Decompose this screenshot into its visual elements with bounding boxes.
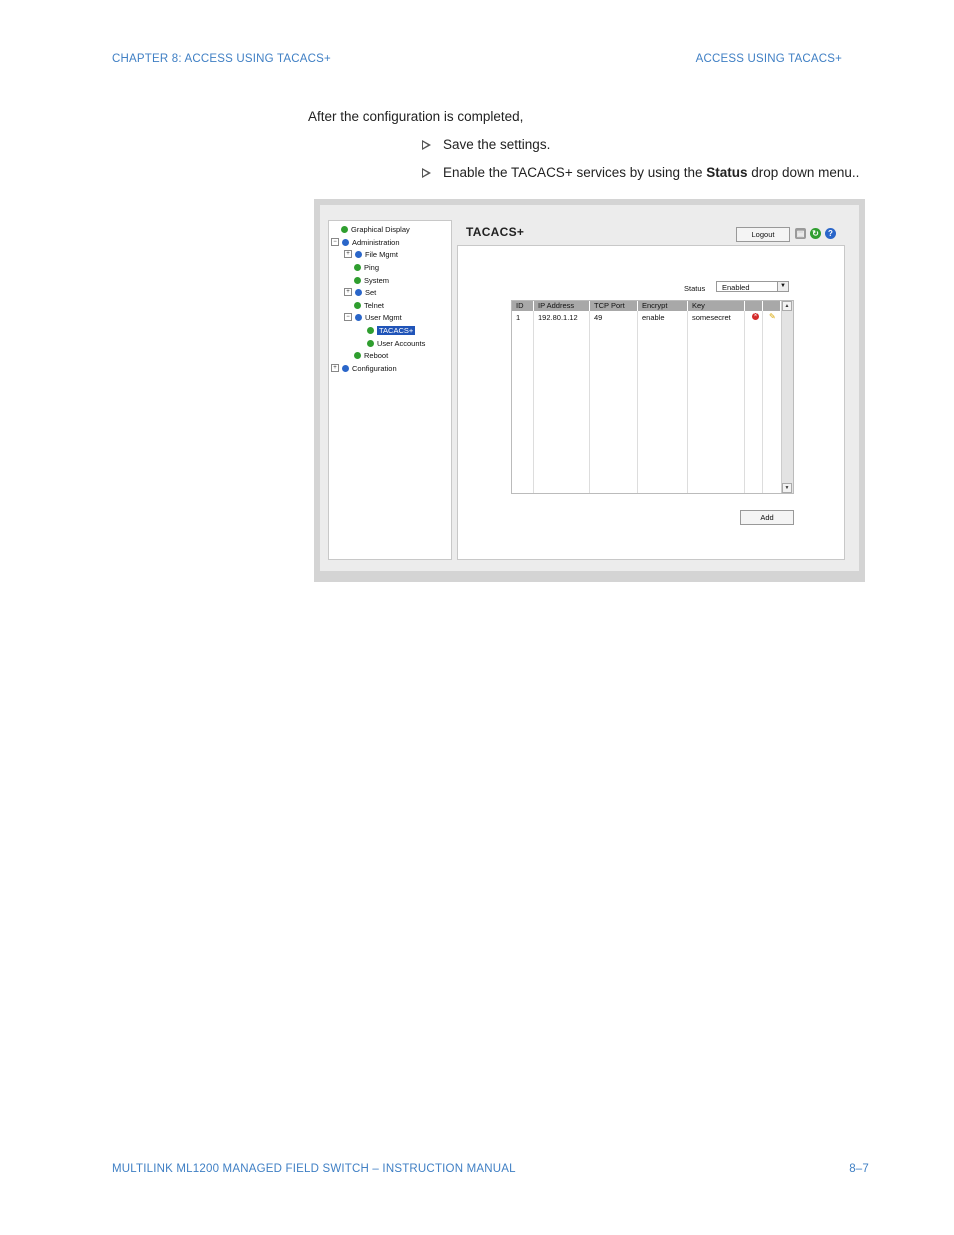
tree-item-ping[interactable]: Ping bbox=[354, 262, 379, 272]
tree-item-telnet[interactable]: Telnet bbox=[354, 300, 384, 310]
edit-icon[interactable]: ✎ bbox=[769, 312, 776, 321]
expand-icon[interactable]: + bbox=[344, 288, 352, 296]
page-number: 8–7 bbox=[849, 1163, 869, 1175]
scroll-up-icon[interactable]: ▲ bbox=[782, 301, 792, 311]
green-node-icon bbox=[367, 326, 374, 334]
col-header-port: TCP Port bbox=[590, 301, 638, 311]
tree-item-system[interactable]: System bbox=[354, 275, 389, 285]
delete-icon[interactable]: × bbox=[752, 313, 759, 320]
tree-label: File Mgmt bbox=[365, 249, 398, 259]
column-divider bbox=[744, 311, 745, 493]
tree-label: Graphical Display bbox=[351, 224, 410, 234]
print-icon[interactable]: ▤ bbox=[795, 228, 806, 239]
column-divider bbox=[589, 311, 590, 493]
triangle-bullet-icon bbox=[422, 139, 431, 150]
tree-label-selected: TACACS+ bbox=[377, 325, 416, 335]
cell-port: 49 bbox=[594, 313, 603, 322]
tree-item-configuration[interactable]: + Configuration bbox=[331, 363, 397, 373]
col-header-encrypt: Encrypt bbox=[638, 301, 688, 311]
green-node-icon bbox=[354, 301, 361, 309]
column-divider bbox=[687, 311, 688, 493]
content-panel: Status Enabled ▼ ID IP Address TCP Port … bbox=[457, 245, 845, 560]
col-header-delete bbox=[745, 301, 763, 311]
green-node-icon bbox=[354, 276, 361, 284]
intro-text: After the configuration is completed, bbox=[308, 109, 524, 124]
tree-item-tacacs[interactable]: TACACS+ bbox=[367, 325, 416, 335]
blue-node-icon bbox=[355, 313, 362, 321]
tree-label: Telnet bbox=[364, 300, 385, 310]
screenshot-window: Graphical Display − Administration + File … bbox=[320, 205, 859, 571]
manual-footer: MULTILINK ML1200 MANAGED FIELD SWITCH – … bbox=[112, 1163, 516, 1175]
bullet-enable: Enable the TACACS+ services by using the… bbox=[422, 165, 859, 180]
blue-node-icon bbox=[355, 288, 362, 296]
tacacs-screenshot: Graphical Display − Administration + File … bbox=[314, 199, 865, 582]
tree-label: Ping bbox=[364, 262, 380, 272]
column-divider bbox=[762, 311, 763, 493]
tree-item-administration[interactable]: − Administration bbox=[331, 237, 400, 247]
col-header-ip: IP Address bbox=[534, 301, 590, 311]
status-label: Status bbox=[684, 284, 706, 293]
tacacs-table: ID IP Address TCP Port Encrypt Key 1 192… bbox=[511, 300, 794, 494]
status-value: Enabled bbox=[722, 283, 750, 292]
help-icon[interactable]: ? bbox=[825, 228, 836, 239]
cell-key: somesecret bbox=[692, 313, 731, 322]
bullet-enable-bold: Status bbox=[706, 165, 748, 180]
tree-item-set[interactable]: + Set bbox=[344, 287, 376, 297]
expand-icon[interactable]: + bbox=[344, 250, 352, 258]
cell-id: 1 bbox=[516, 313, 521, 322]
navigation-tree: Graphical Display − Administration + File … bbox=[328, 220, 452, 560]
bullet-enable-text: Enable the TACACS+ services by using the… bbox=[443, 165, 859, 180]
table-scrollbar[interactable]: ▲ ▼ bbox=[781, 301, 793, 493]
tree-item-user-mgmt[interactable]: − User Mgmt bbox=[344, 312, 402, 322]
cell-encrypt: enable bbox=[642, 313, 665, 322]
tree-label: User Accounts bbox=[377, 338, 426, 348]
column-divider bbox=[533, 311, 534, 493]
collapse-icon[interactable]: − bbox=[331, 238, 339, 246]
logout-button[interactable]: Logout bbox=[736, 227, 790, 242]
blue-node-icon bbox=[355, 250, 362, 258]
green-node-icon bbox=[354, 351, 361, 359]
bullet-save-text: Save the settings. bbox=[443, 137, 551, 152]
tree-label: Configuration bbox=[352, 363, 397, 373]
col-header-key: Key bbox=[688, 301, 745, 311]
col-header-id: ID bbox=[512, 301, 534, 311]
bullet-save: Save the settings. bbox=[422, 137, 550, 152]
bullet-enable-post: drop down menu.. bbox=[747, 165, 860, 180]
tree-label: User Mgmt bbox=[365, 312, 402, 322]
panel-title: TACACS+ bbox=[466, 225, 525, 239]
tree-label: Administration bbox=[352, 237, 400, 247]
triangle-bullet-icon bbox=[422, 167, 431, 178]
status-dropdown[interactable]: Enabled ▼ bbox=[716, 281, 789, 292]
green-node-icon bbox=[341, 225, 348, 233]
refresh-icon[interactable]: ↻ bbox=[810, 228, 821, 239]
blue-node-icon bbox=[342, 238, 349, 246]
green-node-icon bbox=[367, 339, 374, 347]
chapter-header: CHAPTER 8: ACCESS USING TACACS+ bbox=[112, 53, 331, 65]
expand-icon[interactable]: + bbox=[331, 364, 339, 372]
tree-label: Set bbox=[365, 287, 377, 297]
section-header: ACCESS USING TACACS+ bbox=[695, 53, 842, 65]
tree-item-graphical-display[interactable]: Graphical Display bbox=[341, 224, 410, 234]
tree-item-reboot[interactable]: Reboot bbox=[354, 350, 388, 360]
cell-ip: 192.80.1.12 bbox=[538, 313, 578, 322]
tree-label: System bbox=[364, 275, 390, 285]
scroll-down-icon[interactable]: ▼ bbox=[782, 483, 792, 493]
tree-item-user-accounts[interactable]: User Accounts bbox=[367, 338, 425, 348]
chevron-down-icon[interactable]: ▼ bbox=[777, 282, 788, 291]
col-header-edit bbox=[763, 301, 781, 311]
column-divider bbox=[637, 311, 638, 493]
collapse-icon[interactable]: − bbox=[344, 313, 352, 321]
blue-node-icon bbox=[342, 364, 349, 372]
tree-label: Reboot bbox=[364, 350, 389, 360]
add-button[interactable]: Add bbox=[740, 510, 794, 525]
bullet-enable-pre: Enable the TACACS+ services by using the bbox=[443, 165, 707, 180]
green-node-icon bbox=[354, 263, 361, 271]
tree-item-file-mgmt[interactable]: + File Mgmt bbox=[344, 249, 398, 259]
